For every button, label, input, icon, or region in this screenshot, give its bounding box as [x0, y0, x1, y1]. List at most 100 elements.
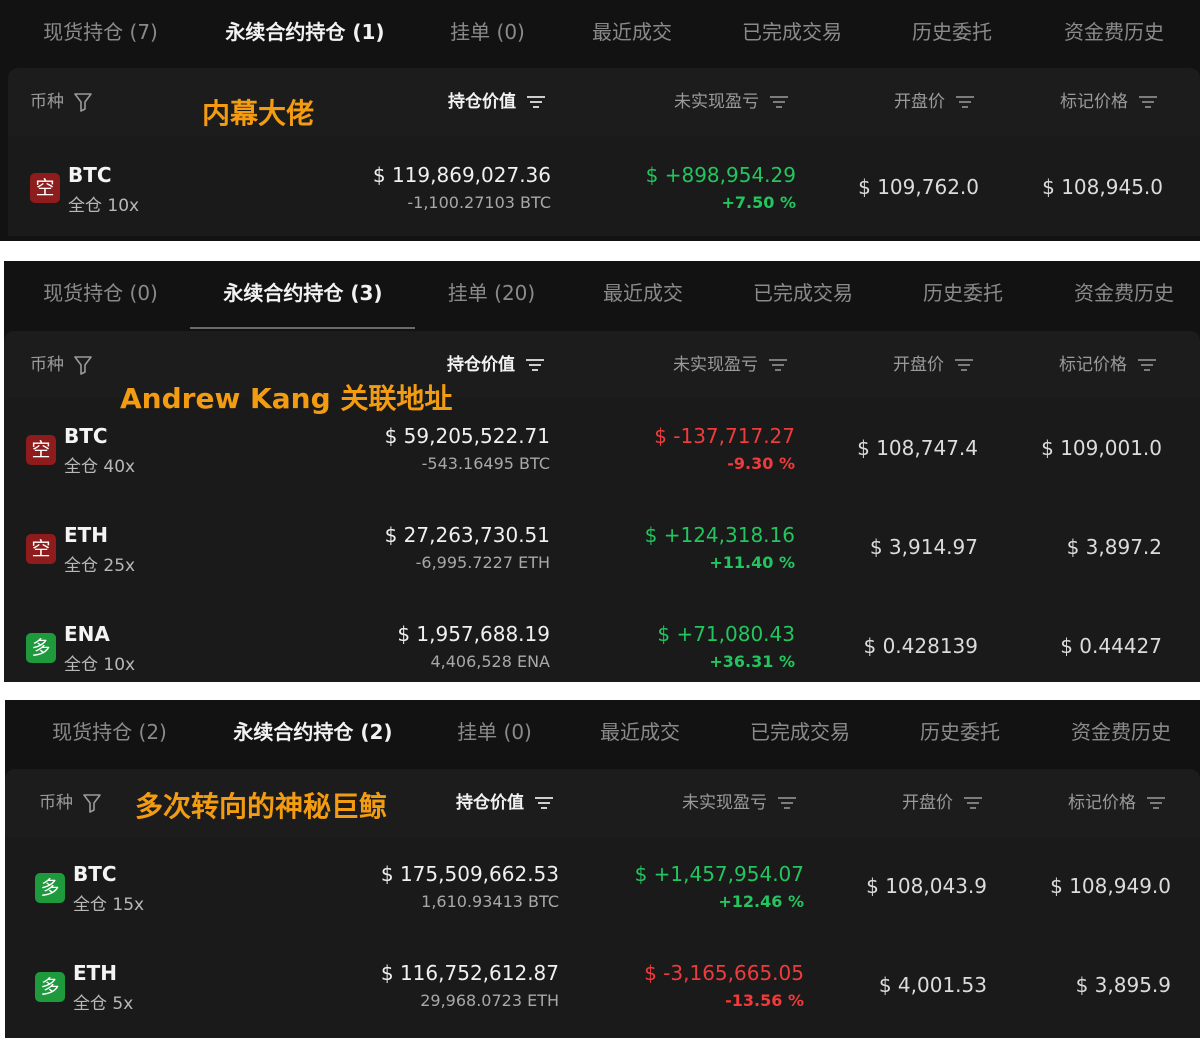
mark-price: $ 108,945.0 — [1042, 175, 1163, 199]
sort-icon[interactable] — [955, 95, 975, 109]
tab-order-history[interactable]: 历史委托 — [909, 261, 1017, 329]
positions-table: 空 BTC 全仓 10x $ 119,869,027.36 -1,100.271… — [8, 136, 1200, 236]
unrealized-pnl: $ -137,717.27 — [654, 424, 795, 448]
tab-perp-positions[interactable]: 永续合约持仓 (2) — [218, 700, 408, 768]
header-position-value[interactable]: 持仓价值 — [448, 68, 546, 136]
entry-price: $ 108,747.4 — [857, 436, 978, 460]
tab-order-history[interactable]: 历史委托 — [906, 700, 1014, 768]
position-quantity: -1,100.27103 BTC — [407, 193, 551, 212]
tab-order-history[interactable]: 历史委托 — [898, 0, 1006, 68]
header-unrealized-pnl-label: 未实现盈亏 — [673, 355, 758, 375]
header-entry-price-label: 开盘价 — [894, 92, 945, 112]
header-position-value[interactable]: 持仓价值 — [456, 769, 554, 837]
entry-price: $ 0.428139 — [863, 634, 978, 658]
tab-spot-holdings[interactable]: 现货持仓 (2) — [37, 700, 182, 768]
symbol: BTC — [73, 862, 117, 886]
sort-icon[interactable] — [777, 796, 797, 810]
position-value: $ 116,752,612.87 — [380, 961, 559, 985]
table-row[interactable]: 空 BTC 全仓 10x $ 119,869,027.36 -1,100.271… — [8, 136, 1200, 235]
tab-recent-trades[interactable]: 最近成交 — [586, 700, 694, 768]
tab-open-orders[interactable]: 挂单 (0) — [435, 0, 540, 68]
tab-spot-holdings[interactable]: 现货持仓 (7) — [28, 0, 173, 68]
filter-icon[interactable] — [74, 355, 92, 375]
sort-icon[interactable] — [525, 358, 545, 372]
annotation-label: Andrew Kang 关联地址 — [120, 382, 453, 415]
header-position-value-label: 持仓价值 — [448, 92, 516, 112]
table-row[interactable]: 多 ENA 全仓 10x $ 1,957,688.19 4,406,528 EN… — [4, 597, 1200, 682]
sort-icon[interactable] — [1146, 796, 1166, 810]
symbol: BTC — [64, 424, 108, 448]
header-mark-price-label: 标记价格 — [1060, 92, 1128, 112]
tab-funding-history[interactable]: 资金费历史 — [1050, 0, 1178, 68]
sort-icon[interactable] — [768, 358, 788, 372]
mark-price: $ 3,895.9 — [1075, 973, 1171, 997]
header-coin[interactable]: 币种 — [30, 68, 92, 136]
unrealized-pnl-percent: +36.31 % — [709, 652, 795, 671]
header-unrealized-pnl[interactable]: 未实现盈亏 — [673, 331, 788, 399]
side-badge: 多 — [35, 972, 65, 1002]
symbol: ETH — [73, 961, 118, 985]
header-entry-price[interactable]: 开盘价 — [902, 769, 983, 837]
tab-funding-history[interactable]: 资金费历史 — [1057, 700, 1185, 768]
mark-price: $ 109,001.0 — [1041, 436, 1162, 460]
header-entry-price-label: 开盘价 — [902, 793, 953, 813]
tab-perp-positions[interactable]: 永续合约持仓 (3) — [208, 261, 398, 329]
tab-completed-trades[interactable]: 已完成交易 — [736, 700, 864, 768]
unrealized-pnl: $ +71,080.43 — [657, 622, 795, 646]
position-value: $ 175,509,662.53 — [380, 862, 559, 886]
table-row[interactable]: 多 BTC 全仓 15x $ 175,509,662.53 1,610.9341… — [5, 837, 1200, 936]
filter-icon[interactable] — [83, 793, 101, 813]
tab-funding-history[interactable]: 资金费历史 — [1060, 261, 1188, 329]
sort-icon[interactable] — [526, 95, 546, 109]
annotation-label: 内幕大佬 — [202, 97, 315, 130]
sort-icon[interactable] — [1138, 95, 1158, 109]
header-mark-price[interactable]: 标记价格 — [1059, 331, 1157, 399]
side-badge: 空 — [26, 534, 56, 564]
header-coin[interactable]: 币种 — [39, 769, 101, 837]
sort-icon[interactable] — [769, 95, 789, 109]
tab-recent-trades[interactable]: 最近成交 — [578, 0, 686, 68]
sort-icon[interactable] — [534, 796, 554, 810]
entry-price: $ 3,914.97 — [869, 535, 978, 559]
filter-icon[interactable] — [74, 92, 92, 112]
tab-bar: 现货持仓 (0) 永续合约持仓 (3) 挂单 (20) 最近成交 已完成交易 历… — [4, 261, 1200, 329]
tab-open-orders[interactable]: 挂单 (0) — [442, 700, 547, 768]
margin-mode: 全仓 5x — [73, 994, 134, 1014]
header-coin[interactable]: 币种 — [30, 331, 92, 399]
table-header: 币种 持仓价值 未实现盈亏 开盘价 标记价格 多次转向的神秘巨鲸 — [5, 769, 1200, 837]
side-badge: 多 — [35, 873, 65, 903]
sort-icon[interactable] — [963, 796, 983, 810]
mark-price: $ 108,949.0 — [1050, 874, 1171, 898]
position-value: $ 59,205,522.71 — [384, 424, 550, 448]
header-position-value[interactable]: 持仓价值 — [447, 331, 545, 399]
symbol: ENA — [64, 622, 110, 646]
header-unrealized-pnl[interactable]: 未实现盈亏 — [682, 769, 797, 837]
header-coin-label: 币种 — [30, 355, 64, 375]
tab-bar: 现货持仓 (2) 永续合约持仓 (2) 挂单 (0) 最近成交 已完成交易 历史… — [5, 700, 1200, 768]
tab-spot-holdings[interactable]: 现货持仓 (0) — [28, 261, 173, 329]
sort-icon[interactable] — [1137, 358, 1157, 372]
header-unrealized-pnl[interactable]: 未实现盈亏 — [674, 68, 789, 136]
sort-icon[interactable] — [954, 358, 974, 372]
tab-completed-trades[interactable]: 已完成交易 — [728, 0, 856, 68]
table-row[interactable]: 空 ETH 全仓 25x $ 27,263,730.51 -6,995.7227… — [4, 498, 1200, 597]
tab-completed-trades[interactable]: 已完成交易 — [739, 261, 867, 329]
unrealized-pnl: $ +1,457,954.07 — [634, 862, 804, 886]
entry-price: $ 109,762.0 — [858, 175, 979, 199]
positions-panel-2: 现货持仓 (0) 永续合约持仓 (3) 挂单 (20) 最近成交 已完成交易 历… — [4, 261, 1200, 682]
margin-mode: 全仓 15x — [73, 895, 145, 915]
header-mark-price[interactable]: 标记价格 — [1068, 769, 1166, 837]
tab-perp-positions[interactable]: 永续合约持仓 (1) — [210, 0, 400, 68]
tab-recent-trades[interactable]: 最近成交 — [589, 261, 697, 329]
header-mark-price[interactable]: 标记价格 — [1060, 68, 1158, 136]
position-value: $ 27,263,730.51 — [384, 523, 550, 547]
unrealized-pnl-percent: +11.40 % — [709, 553, 795, 572]
position-value: $ 119,869,027.36 — [372, 163, 551, 187]
tab-open-orders[interactable]: 挂单 (20) — [434, 261, 549, 329]
header-entry-price[interactable]: 开盘价 — [893, 331, 974, 399]
side-badge: 空 — [26, 435, 56, 465]
table-row[interactable]: 多 ETH 全仓 5x $ 116,752,612.87 29,968.0723… — [5, 936, 1200, 1035]
positions-table: 空 BTC 全仓 40x $ 59,205,522.71 -543.16495 … — [4, 399, 1200, 682]
header-entry-price[interactable]: 开盘价 — [894, 68, 975, 136]
header-position-value-label: 持仓价值 — [456, 793, 524, 813]
